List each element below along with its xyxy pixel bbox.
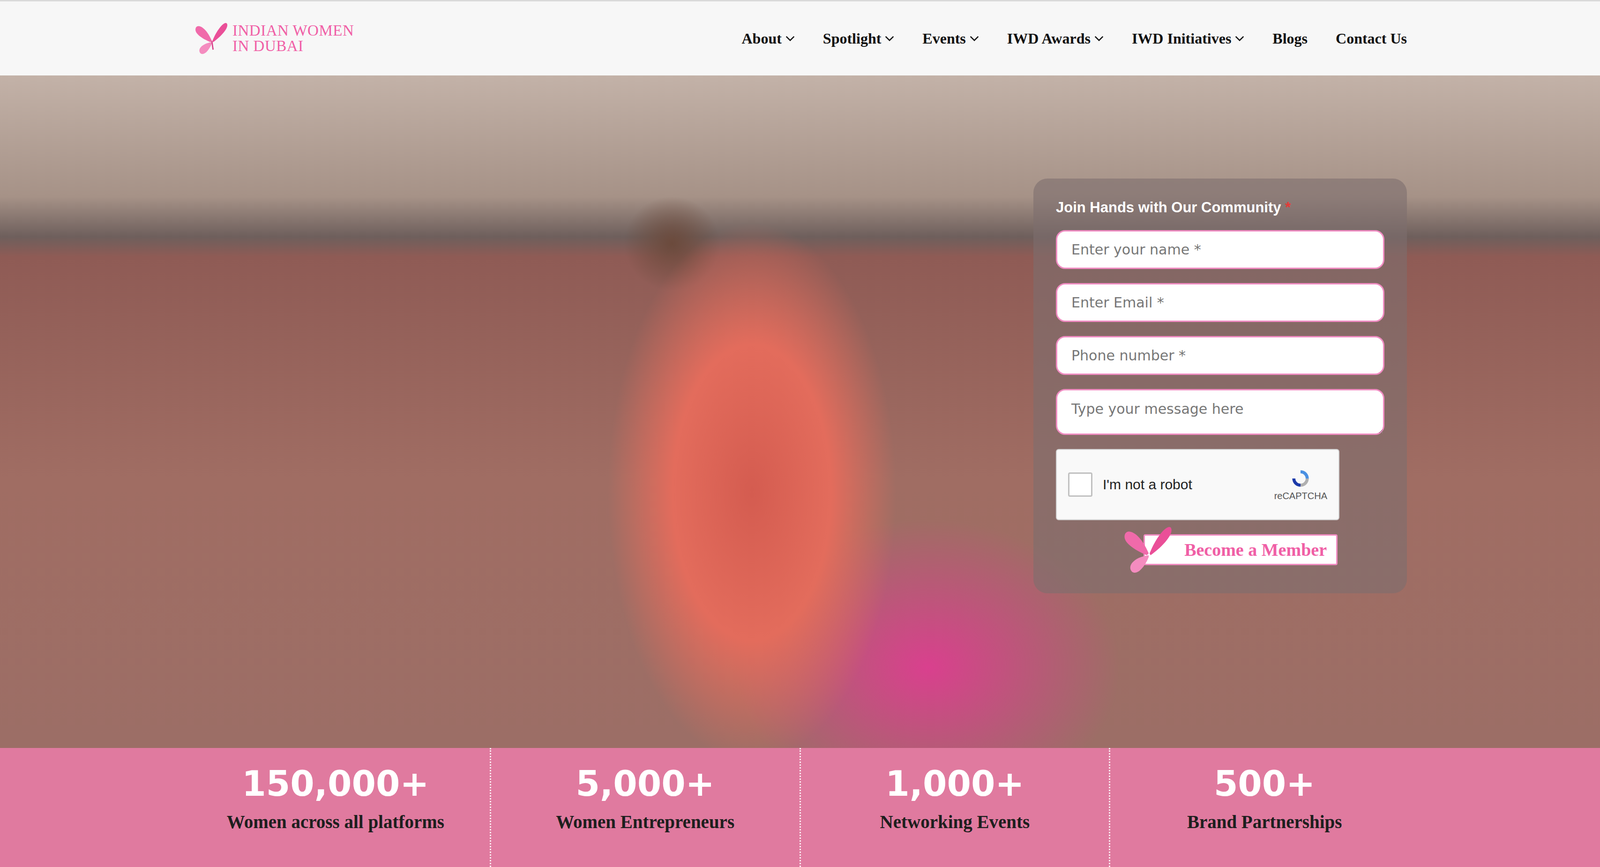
main-nav: About Spotlight Events IWD Awards IWD Initia… — [741, 29, 1407, 48]
nav-item[interactable]: Blogs — [1272, 29, 1308, 48]
recaptcha: I'm not a robot reCAPTCHA — [1055, 448, 1340, 521]
message-field[interactable] — [1055, 388, 1385, 435]
stat-item: 500+ Brand Partnerships — [1108, 747, 1419, 867]
captcha-brand: reCAPTCHA — [1274, 468, 1328, 502]
nav-item[interactable]: Spotlight — [822, 29, 895, 48]
stat-value: 5,000+ — [575, 764, 715, 803]
logo-text: INDIAN WOMENIN DUBAI — [232, 22, 354, 54]
chevron-down-icon — [1094, 35, 1104, 42]
butterfly-icon — [1121, 522, 1177, 578]
submit-wrap: Become a Member — [1143, 534, 1338, 566]
stat-label: Brand Partnerships — [1187, 811, 1342, 833]
chevron-down-icon — [969, 35, 980, 42]
stat-value: 500+ — [1213, 764, 1316, 803]
logo[interactable]: INDIAN WOMENIN DUBAI — [193, 19, 354, 58]
form-title: Join Hands with Our Community * — [1055, 199, 1385, 217]
nav-item[interactable]: About — [741, 29, 795, 48]
chevron-down-icon — [785, 35, 795, 42]
text-field[interactable] — [1055, 230, 1385, 270]
stat-item: 1,000+ Networking Events — [799, 747, 1110, 867]
stat-value: 150,000+ — [241, 764, 429, 803]
text-field[interactable] — [1055, 283, 1385, 322]
hero-photo: Join Hands with Our Community * I'm not a… — [0, 75, 1600, 748]
membership-form: Join Hands with Our Community * I'm not a… — [1033, 178, 1407, 594]
captcha-checkbox[interactable] — [1068, 472, 1093, 497]
captcha-label: I'm not a robot — [1102, 476, 1264, 493]
stat-item: 150,000+ Women across all platforms — [181, 747, 490, 867]
nav-item[interactable]: Contact Us — [1335, 29, 1407, 48]
stat-label: Women across all platforms — [226, 811, 445, 833]
nav-item[interactable]: IWD Awards — [1007, 29, 1104, 48]
header: INDIAN WOMENIN DUBAI About Spotlight Events… — [0, 0, 1600, 76]
nav-item[interactable]: IWD Initiatives — [1131, 29, 1245, 48]
page: INDIAN WOMENIN DUBAI About Spotlight Events… — [0, 0, 1600, 867]
chevron-down-icon — [884, 35, 895, 42]
nav-item[interactable]: Events — [922, 29, 979, 48]
stats-band: 150,000+ Women across all platforms 5,000+… — [0, 747, 1600, 867]
stat-item: 5,000+ Women Entrepreneurs — [489, 747, 800, 867]
chevron-down-icon — [1234, 35, 1245, 42]
stat-label: Networking Events — [880, 811, 1031, 833]
stat-label: Women Entrepreneurs — [555, 811, 735, 833]
recaptcha-icon — [1290, 468, 1311, 489]
butterfly-icon — [193, 19, 231, 58]
become-member-button[interactable]: Become a Member — [1143, 534, 1338, 566]
text-field[interactable] — [1055, 336, 1385, 375]
stat-value: 1,000+ — [885, 764, 1025, 803]
